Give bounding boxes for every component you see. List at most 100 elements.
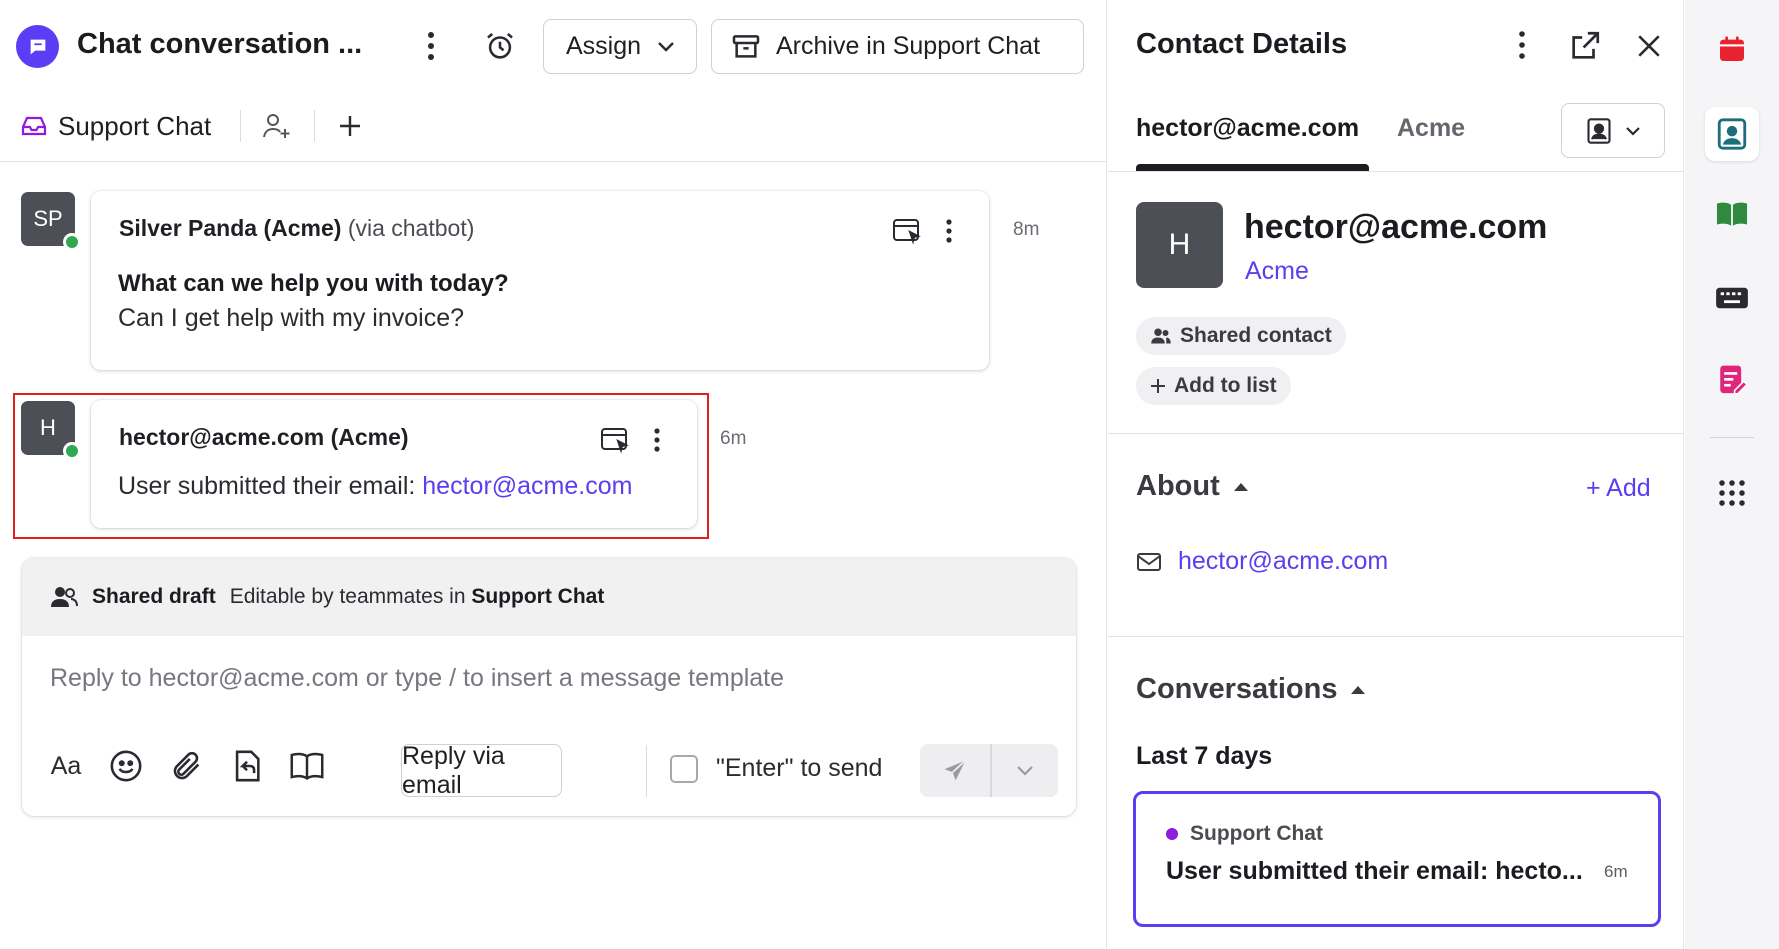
about-section-toggle[interactable]: About [1136, 470, 1248, 503]
assign-button[interactable]: Assign [543, 19, 697, 74]
shared-draft-label: Shared draft [92, 585, 216, 608]
keyboard-icon[interactable] [1705, 271, 1759, 325]
conversation-pane: Chat conversation ... Assign Archive in … [0, 0, 1107, 949]
add-to-list-button[interactable]: Add to list [1136, 367, 1291, 405]
enter-to-send-checkbox[interactable] [670, 754, 698, 783]
send-button-group [920, 744, 1058, 797]
knowledge-base-book-icon[interactable] [287, 746, 327, 786]
contact-company-link[interactable]: Acme [1245, 257, 1309, 286]
divider [240, 110, 241, 142]
recent-conversation-card[interactable]: Support Chat User submitted their email:… [1133, 791, 1661, 927]
send-options-chevron-icon[interactable] [992, 744, 1058, 797]
open-external-icon[interactable] [1565, 26, 1605, 66]
more-options-icon[interactable] [415, 26, 447, 66]
add-participant-icon[interactable] [258, 106, 296, 146]
inbox-tray-icon [20, 114, 48, 138]
apps-grid-icon[interactable] [1705, 466, 1759, 520]
message-time: 8m [1013, 219, 1040, 240]
conversations-title: Conversations [1136, 673, 1338, 705]
about-email-link[interactable]: hector@acme.com [1178, 547, 1388, 576]
inbox-name: Support Chat [58, 110, 212, 141]
sender-via: (via chatbot) [347, 215, 475, 241]
about-title: About [1136, 470, 1220, 502]
contact-type-select[interactable] [1561, 103, 1665, 158]
conversation-inbox: Support Chat [1166, 822, 1323, 846]
tab-company[interactable]: Acme [1397, 114, 1465, 143]
message-body: Can I get help with my invoice? [118, 304, 465, 332]
calendar-icon[interactable] [1705, 22, 1759, 76]
conversation-title[interactable]: Chat conversation ... [77, 28, 362, 61]
rail-divider [1710, 437, 1754, 438]
close-icon[interactable] [1629, 26, 1669, 66]
form-edit-icon[interactable] [1705, 353, 1759, 407]
divider [314, 110, 315, 142]
conversations-period-label: Last 7 days [1136, 742, 1273, 770]
message-time: 6m [720, 428, 747, 449]
selection-highlight-box [13, 393, 709, 539]
message-template-icon[interactable] [227, 746, 267, 786]
add-to-list-label: Add to list [1174, 374, 1277, 397]
section-divider [1108, 433, 1684, 434]
divider [646, 745, 647, 797]
chatbot-question: What can we help you with today? [118, 270, 509, 297]
reply-input[interactable]: Reply to hector@acme.com or type / to in… [50, 664, 784, 693]
archive-label: Archive in Support Chat [776, 32, 1041, 60]
reply-via-email-button[interactable]: Reply via email [401, 742, 562, 799]
plus-icon [1150, 378, 1166, 394]
message-more-icon[interactable] [937, 213, 961, 249]
conversation-time: 6m [1604, 862, 1628, 881]
panel-title: Contact Details [1136, 28, 1348, 60]
enter-to-send-option[interactable]: "Enter" to send [670, 754, 882, 783]
conversation-preview: User submitted their email: hecto... [1166, 857, 1583, 885]
active-tab-indicator [1136, 164, 1369, 171]
online-status-dot [63, 233, 81, 251]
sender-name: Silver Panda (Acme) [119, 215, 342, 241]
contact-card-icon [1585, 117, 1613, 145]
snooze-alarm-icon[interactable] [480, 26, 520, 66]
avatar: SP [21, 192, 81, 251]
assign-label: Assign [566, 32, 642, 60]
caret-up-icon [1233, 482, 1248, 491]
panel-more-icon[interactable] [1510, 26, 1534, 64]
shared-contact-label: Shared contact [1180, 324, 1332, 347]
inbox-tag[interactable]: Support Chat [20, 100, 211, 152]
chevron-down-icon [657, 41, 675, 53]
add-tag-icon[interactable] [332, 106, 368, 146]
send-button[interactable] [920, 744, 992, 797]
reply-composer: Shared draft Editable by teammates in Su… [22, 558, 1076, 816]
draft-inbox: Support Chat [471, 585, 605, 608]
archive-box-icon [730, 31, 762, 63]
about-add-button[interactable]: + Add [1586, 474, 1651, 503]
conversations-section-toggle[interactable]: Conversations [1136, 673, 1366, 706]
format-label: Aa [50, 751, 82, 780]
people-icon [1150, 327, 1172, 345]
chat-channel-icon [16, 25, 59, 68]
message-sender: Silver Panda (Acme) (via chatbot) [119, 215, 474, 242]
conversation-subbar: Support Chat [0, 92, 1107, 162]
enter-to-send-label: "Enter" to send [716, 754, 883, 782]
contact-card-icon[interactable] [1705, 107, 1759, 161]
message-bubble: Silver Panda (Acme) (via chatbot) What c… [91, 191, 989, 370]
contact-details-panel: Contact Details hector@acme.com Acme H h… [1108, 0, 1684, 949]
tab-contact[interactable]: hector@acme.com [1136, 114, 1359, 143]
contact-avatar: H [1136, 202, 1223, 288]
conversation-inbox-name: Support Chat [1190, 822, 1323, 845]
app-sidebar-rail [1685, 0, 1779, 949]
archive-button[interactable]: Archive in Support Chat [711, 19, 1084, 74]
create-ticket-icon[interactable] [889, 213, 925, 249]
chevron-down-icon [1625, 126, 1641, 136]
emoji-icon[interactable] [106, 746, 146, 786]
book-icon[interactable] [1705, 187, 1759, 241]
inbox-color-dot [1166, 828, 1178, 840]
avatar-initials: SP [33, 206, 63, 231]
mail-icon [1136, 551, 1162, 573]
shared-contact-chip: Shared contact [1136, 317, 1346, 355]
draft-note: Editable by teammates in Support Chat [230, 585, 605, 609]
format-text-button[interactable]: Aa [46, 746, 86, 786]
caret-up-icon [1351, 685, 1366, 694]
attachment-paperclip-icon[interactable] [167, 746, 207, 786]
about-email-row: hector@acme.com [1136, 547, 1388, 576]
conversation-header: Chat conversation ... Assign Archive in … [0, 0, 1107, 92]
teammates-icon [50, 585, 78, 609]
contact-name[interactable]: hector@acme.com [1244, 208, 1547, 247]
